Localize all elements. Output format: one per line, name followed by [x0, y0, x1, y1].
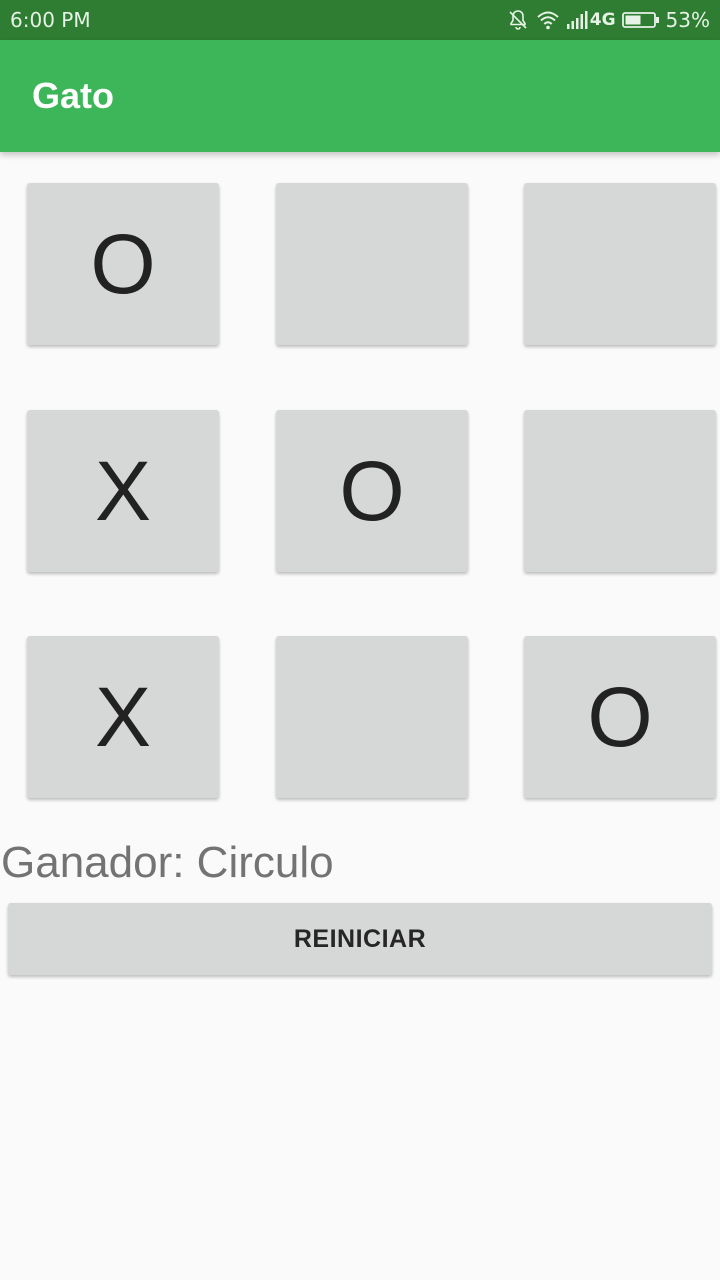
app-title: Gato: [32, 75, 115, 116]
status-icons: 4G 53%: [500, 8, 710, 32]
board-cell-3[interactable]: [524, 183, 716, 345]
reset-button[interactable]: REINICIAR: [8, 903, 712, 975]
winner-label: Ganador: Circulo: [1, 838, 334, 887]
network-type: 4G: [589, 10, 616, 30]
board-cell-7[interactable]: X: [27, 636, 219, 798]
board-cell-8[interactable]: [276, 636, 468, 798]
board-cell-2[interactable]: [276, 183, 468, 345]
bell-off-icon: [506, 8, 530, 32]
status-time: 6:00 PM: [10, 8, 91, 32]
app-bar: Gato: [0, 40, 720, 152]
board-cell-6[interactable]: [524, 410, 716, 572]
battery-icon: [621, 10, 660, 30]
board-cell-9[interactable]: O: [524, 636, 716, 798]
board-cell-4[interactable]: X: [27, 410, 219, 572]
signal-icon: [566, 10, 588, 30]
board-cell-5[interactable]: O: [276, 410, 468, 572]
status-bar: 6:00 PM 4G 53%: [0, 0, 720, 40]
wifi-icon: [536, 9, 560, 31]
board-cell-1[interactable]: O: [27, 183, 219, 345]
battery-percent: 53%: [665, 8, 710, 32]
